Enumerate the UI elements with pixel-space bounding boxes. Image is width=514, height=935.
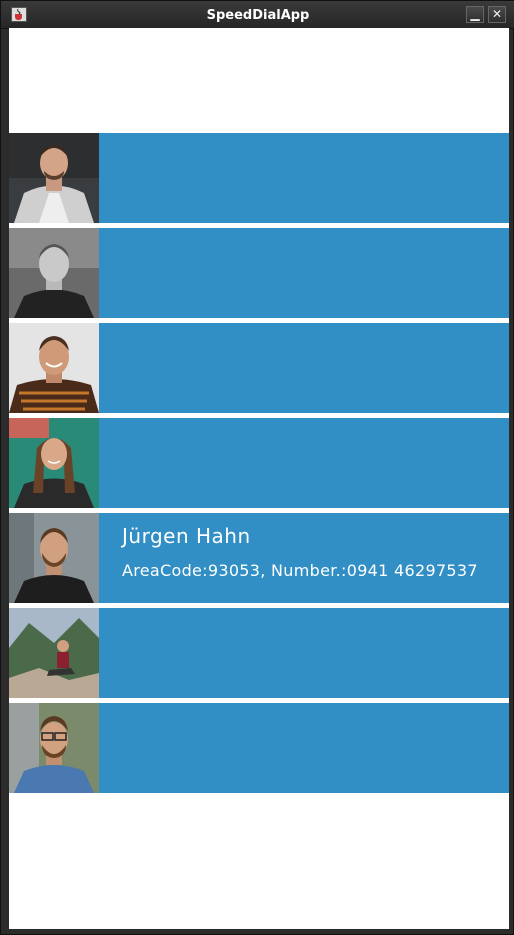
title-bar[interactable]: SpeedDialApp ▁ ✕ [1,1,514,29]
close-button[interactable]: ✕ [488,6,506,23]
close-icon: ✕ [491,7,503,21]
contact-row[interactable] [9,608,509,698]
contact-name: Jürgen Hahn [122,524,251,548]
contact-row[interactable] [9,418,509,508]
minimize-icon: ▁ [470,7,480,21]
contact-row[interactable] [9,323,509,413]
window-title: SpeedDialApp [206,8,310,23]
contact-row[interactable] [9,133,509,223]
contact-list: Jürgen Hahn AreaCode:93053, Number.:0941… [9,28,509,929]
app-window: SpeedDialApp ▁ ✕ Jürgen Hahn AreaCode:93… [0,0,514,935]
contact-photo [9,703,99,793]
contact-row[interactable] [9,703,509,793]
contact-row[interactable]: Jürgen Hahn AreaCode:93053, Number.:0941… [9,513,509,603]
contact-photo [9,418,99,508]
contact-photo [9,133,99,223]
contact-photo [9,513,99,603]
contact-photo [9,323,99,413]
contact-row[interactable] [9,228,509,318]
contact-photo [9,228,99,318]
contact-photo [9,608,99,698]
contact-detail: AreaCode:93053, Number.:0941 46297537 [122,561,478,580]
minimize-button[interactable]: ▁ [466,6,484,23]
